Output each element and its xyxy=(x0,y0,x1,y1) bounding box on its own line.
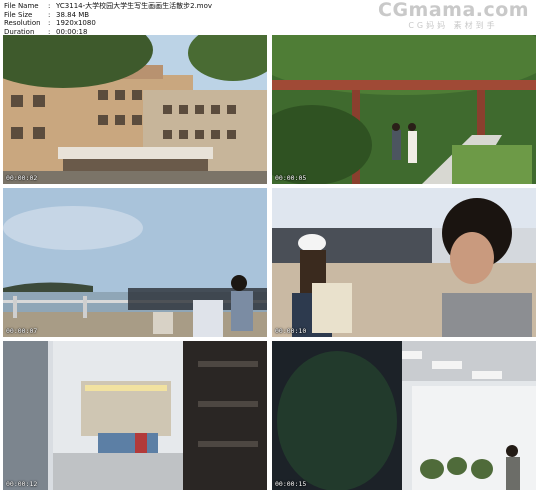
timecode: 00:00:05 xyxy=(275,174,307,182)
meta-row-file-size: File Size : 38.84 MB xyxy=(4,10,90,19)
scene-image xyxy=(272,35,536,184)
timecode: 00:00:02 xyxy=(6,174,38,182)
timecode: 00:00:12 xyxy=(6,480,38,488)
thumbnail-atrium-interior[interactable]: 00:00:15 xyxy=(272,341,536,490)
meta-key: File Size xyxy=(4,10,33,19)
meta-row-file-name: File Name : YC3114-大学校园大学生写生画画生活散步2.mov xyxy=(4,2,213,10)
thumbnail-sketching-by-sea[interactable]: 00:00:07 xyxy=(3,188,267,337)
watermark-brand: CGmama.com xyxy=(378,0,530,21)
scene-image xyxy=(3,341,267,490)
meta-value: YC3114-大学校园大学生写生画画生活散步2.mov xyxy=(56,2,213,10)
timecode: 00:00:07 xyxy=(6,327,38,335)
timecode: 00:00:15 xyxy=(275,480,307,488)
scene-image xyxy=(272,341,536,490)
file-metadata: File Name : YC3114-大学校园大学生写生画画生活散步2.mov … xyxy=(4,2,212,36)
thumbnail-lobby-interior[interactable]: 00:00:12 xyxy=(3,341,267,490)
meta-value: 1920x1080 xyxy=(56,19,96,28)
thumbnail-campus-building[interactable]: 00:00:02 xyxy=(3,35,267,184)
meta-row-resolution: Resolution : 1920x1080 xyxy=(4,19,96,28)
scene-image xyxy=(3,188,267,337)
thumbnail-grid: 00:00:02 00:00:05 00:00:07 00:00:10 00:0… xyxy=(3,35,537,491)
thumbnail-students-walking[interactable]: 00:00:05 xyxy=(272,35,536,184)
thumbnail-drawing-closeup[interactable]: 00:00:10 xyxy=(272,188,536,337)
watermark-logo: CGmama.com CG妈妈 素材到手 xyxy=(378,0,530,34)
meta-key: File Name xyxy=(4,2,39,10)
meta-key: Resolution xyxy=(4,19,41,28)
watermark-slogan: CG妈妈 素材到手 xyxy=(408,21,498,30)
timecode: 00:00:10 xyxy=(275,327,307,335)
scene-image xyxy=(3,35,267,184)
meta-value: 38.84 MB xyxy=(56,10,90,19)
scene-image xyxy=(272,188,536,337)
